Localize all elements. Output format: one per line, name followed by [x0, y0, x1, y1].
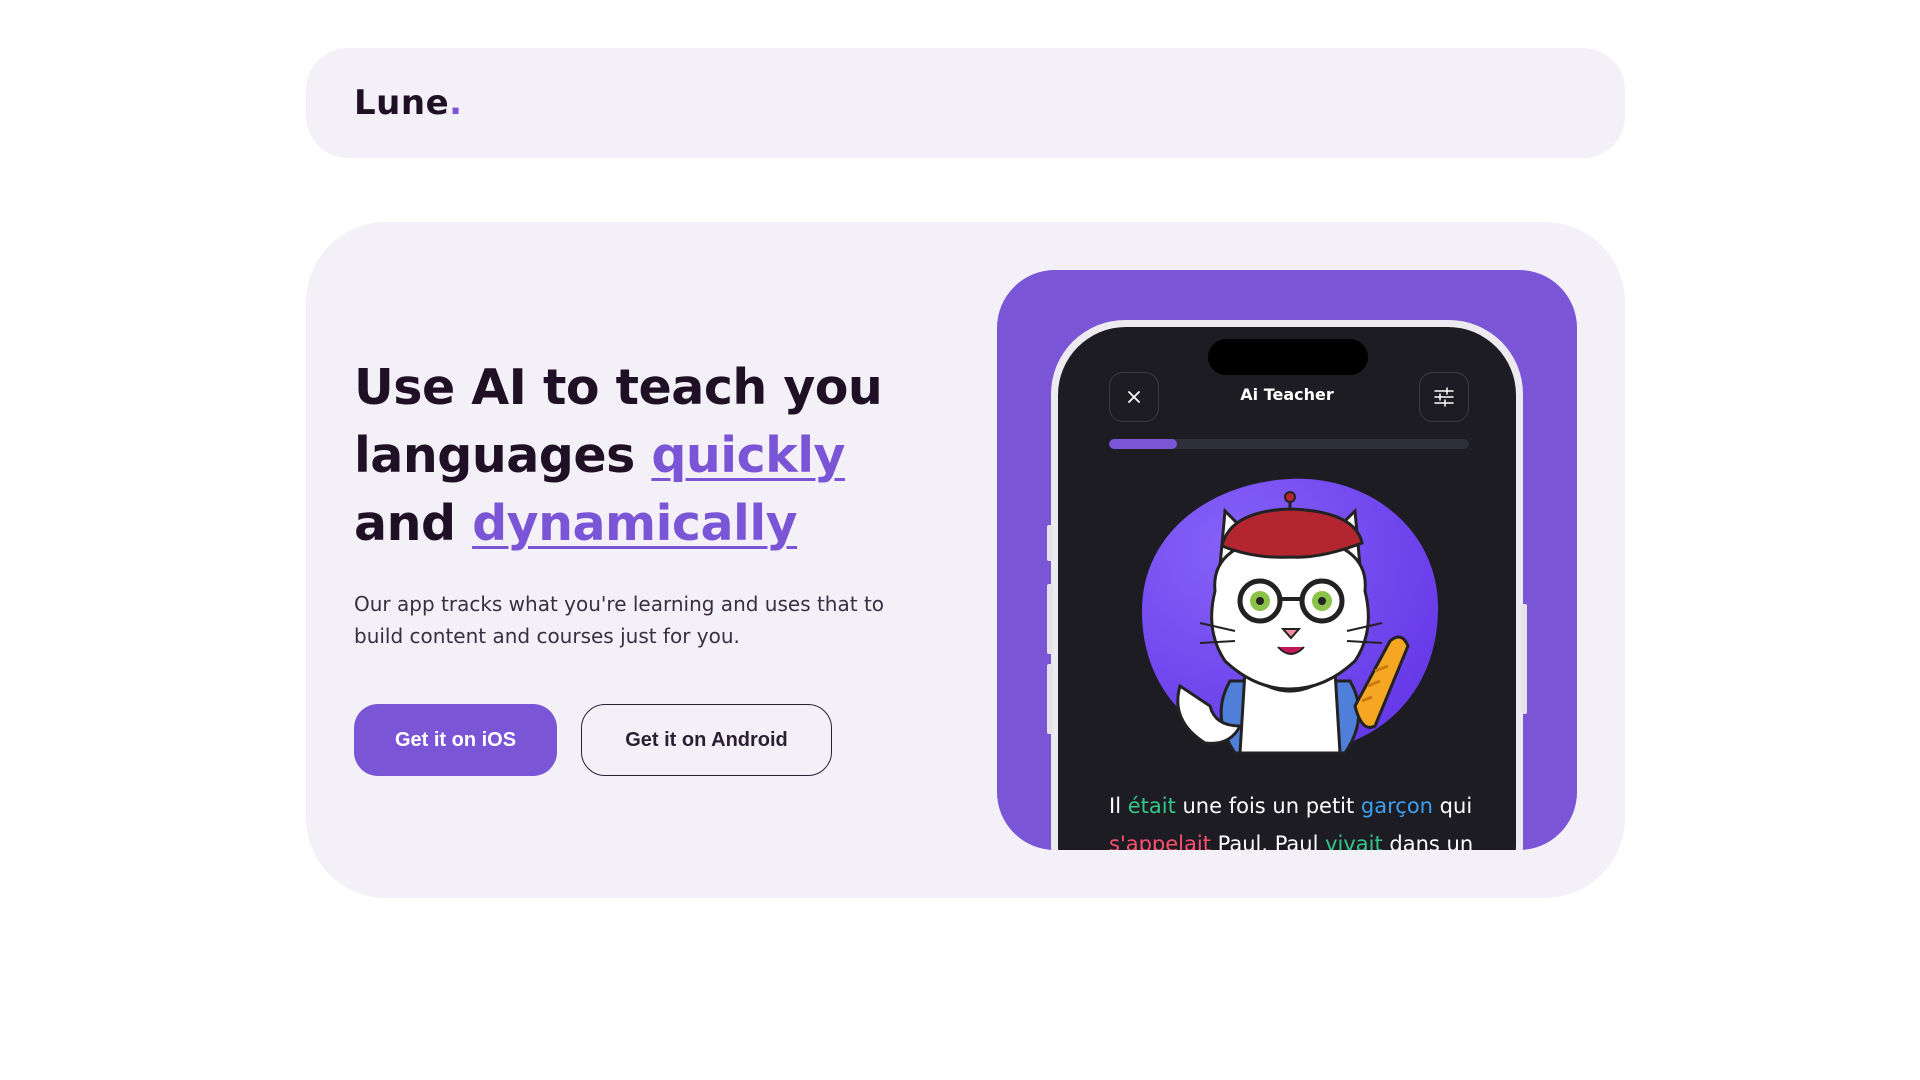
phone-side-button	[1047, 584, 1053, 654]
phone-screen: Ai Teacher Il était une fois un petit ga…	[1058, 327, 1516, 850]
headline-line-2: languages	[354, 427, 652, 484]
navbar: Lune.	[306, 48, 1625, 158]
sliders-icon[interactable]	[1419, 372, 1469, 422]
headline-accent-quickly: quickly	[651, 427, 845, 484]
lesson-progress-bar	[1109, 439, 1469, 449]
hero-section: Use AI to teach you languages quickly an…	[306, 222, 1625, 898]
ios-download-button[interactable]: Get it on iOS	[354, 704, 557, 776]
story-word: qui	[1433, 794, 1473, 818]
headline-line-3: and	[354, 495, 473, 552]
lesson-progress-fill	[1109, 439, 1178, 449]
headline-line-1: Use AI to teach you	[354, 359, 883, 416]
brand-logo-dot: .	[449, 83, 463, 123]
story-word-highlight[interactable]: vivait	[1325, 832, 1383, 850]
story-word-highlight[interactable]: était	[1128, 794, 1176, 818]
android-download-button[interactable]: Get it on Android	[581, 704, 832, 776]
dynamic-island	[1208, 339, 1368, 375]
story-word: une fois un petit	[1175, 794, 1361, 818]
brand-name: Lune	[354, 83, 450, 123]
hero-text: Use AI to teach you languages quickly an…	[354, 354, 914, 776]
phone-side-button	[1521, 604, 1527, 714]
brand-logo[interactable]: Lune.	[354, 83, 463, 123]
app-preview-card: Ai Teacher Il était une fois un petit ga…	[997, 270, 1577, 850]
phone-mockup: Ai Teacher Il était une fois un petit ga…	[1047, 320, 1527, 850]
story-word-highlight[interactable]: garçon	[1361, 794, 1433, 818]
story-word-highlight[interactable]: s'appelait	[1109, 832, 1211, 850]
story-word: dans un	[1382, 832, 1474, 850]
story-word	[1121, 794, 1128, 818]
phone-side-button	[1047, 664, 1053, 734]
story-text: Il était une fois un petit garçon qui s'…	[1109, 787, 1489, 850]
download-buttons: Get it on iOS Get it on Android	[354, 704, 914, 776]
headline-accent-dynamically: dynamically	[472, 495, 798, 552]
story-word: Paul. Paul	[1210, 832, 1326, 850]
cat-mascot-illustration	[1142, 478, 1439, 755]
story-word: Il	[1109, 794, 1122, 818]
hero-headline: Use AI to teach you languages quickly an…	[354, 354, 914, 558]
hero-subtext: Our app tracks what you're learning and …	[354, 592, 885, 648]
phone-side-button	[1047, 525, 1053, 561]
